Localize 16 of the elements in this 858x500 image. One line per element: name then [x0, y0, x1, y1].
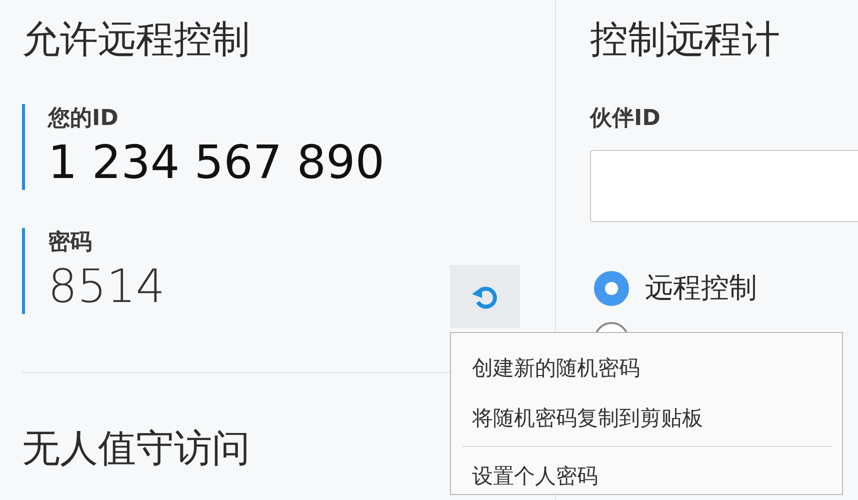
radio-button[interactable] — [594, 270, 629, 306]
id-label: 您的ID — [48, 105, 118, 133]
password-value: 8514 — [48, 258, 166, 314]
menu-item[interactable]: 设置个人密码 — [462, 451, 608, 500]
password-label: 密码 — [48, 228, 92, 257]
radio-label: 远程控制 — [645, 270, 757, 306]
section-title: 无人值守访问 — [22, 425, 250, 472]
section-title: 控制远程计 — [590, 16, 780, 63]
refresh-button[interactable] — [450, 265, 520, 328]
menu-item[interactable]: 将随机密码复制到剪贴板 — [462, 393, 713, 443]
partner-id-label: 伙伴ID — [590, 105, 660, 133]
menu-item[interactable]: 创建新的随机密码 — [462, 343, 650, 393]
partner-id-field[interactable] — [590, 150, 858, 222]
section-title: 允许远程控制 — [22, 16, 250, 63]
refresh-icon — [471, 284, 499, 310]
id-value: 1 234 567 890 — [48, 134, 385, 190]
